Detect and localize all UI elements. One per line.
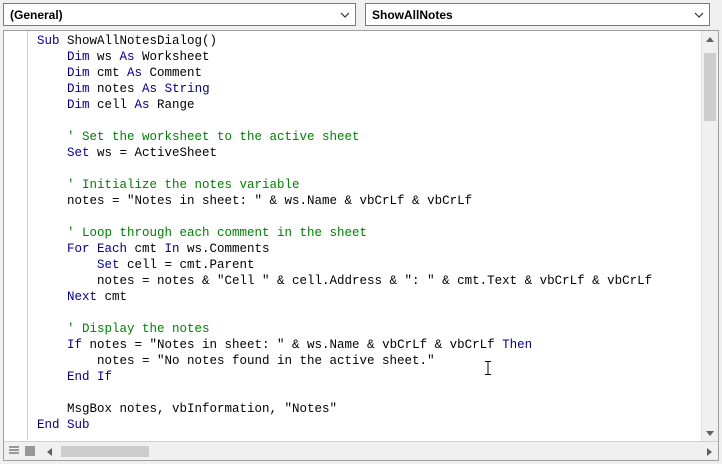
margin-indicator-bar[interactable] (4, 31, 28, 440)
horizontal-scroll-thumb[interactable] (61, 446, 149, 457)
code-window-toolbar: (General) ShowAllNotes (0, 0, 722, 30)
scroll-up-arrow-icon[interactable] (702, 31, 718, 48)
code-text: ws.Comments (179, 242, 270, 256)
code-text: notes = "No notes found in the active sh… (37, 354, 435, 368)
code-text: notes = "Notes in sheet: " & ws.Name & v… (82, 338, 503, 352)
code-text: ws (89, 50, 120, 64)
code-text: MsgBox notes, vbInformation, "Notes" (37, 402, 338, 416)
code-keyword: String (164, 82, 210, 96)
code-text: Comment (142, 66, 203, 80)
code-keyword: Set (37, 258, 120, 272)
code-line[interactable]: Dim ws As Worksheet (37, 49, 703, 65)
code-text: cell (89, 98, 135, 112)
code-keyword: Dim (37, 50, 90, 64)
code-line[interactable]: Dim notes As String (37, 81, 703, 97)
code-text: Range (149, 98, 195, 112)
code-text: ShowAllNotesDialog() (59, 34, 218, 48)
code-keyword: As (134, 98, 150, 112)
code-keyword: End Sub (37, 418, 90, 432)
code-line[interactable]: ' Set the worksheet to the active sheet (37, 129, 703, 145)
code-text: notes = notes & "Cell " & cell.Address &… (37, 274, 653, 288)
code-line[interactable]: ' Display the notes (37, 321, 703, 337)
code-line[interactable]: End Sub (37, 417, 703, 433)
code-keyword: As (142, 82, 158, 96)
code-keyword: Dim (37, 66, 90, 80)
code-editor[interactable]: Sub ShowAllNotesDialog() Dim ws As Works… (3, 30, 719, 461)
code-line[interactable]: Sub ShowAllNotesDialog() (37, 33, 703, 49)
code-line[interactable]: Next cmt (37, 289, 703, 305)
object-dropdown-value: (General) (10, 7, 63, 22)
code-line[interactable] (37, 161, 703, 177)
full-module-view-icon[interactable] (22, 444, 37, 458)
scroll-down-arrow-icon[interactable] (702, 425, 718, 442)
code-comment: ' Display the notes (37, 322, 210, 336)
code-text: cell = cmt.Parent (119, 258, 255, 272)
code-keyword: As (119, 50, 135, 64)
code-line[interactable]: Set cell = cmt.Parent (37, 257, 703, 273)
code-line[interactable]: End If (37, 369, 703, 385)
code-text: cmt (127, 242, 165, 256)
code-text: ws = ActiveSheet (89, 146, 218, 160)
chevron-down-icon[interactable] (335, 4, 355, 25)
code-text: notes (89, 82, 143, 96)
vertical-scrollbar[interactable] (701, 31, 718, 442)
code-comment: ' Loop through each comment in the sheet (37, 226, 368, 240)
code-keyword: In (164, 242, 180, 256)
code-keyword: Sub (37, 34, 60, 48)
procedure-dropdown-value: ShowAllNotes (372, 7, 453, 22)
code-line[interactable]: For Each cmt In ws.Comments (37, 241, 703, 257)
code-text: notes = "Notes in sheet: " & ws.Name & v… (37, 194, 473, 208)
code-keyword: For Each (37, 242, 128, 256)
object-dropdown[interactable]: (General) (3, 3, 356, 26)
code-line[interactable]: notes = "No notes found in the active sh… (37, 353, 703, 369)
code-line[interactable] (37, 209, 703, 225)
text-cursor-icon (485, 361, 491, 375)
code-keyword: End If (37, 370, 113, 384)
code-keyword: Dim (37, 82, 90, 96)
code-line[interactable]: ' Loop through each comment in the sheet (37, 225, 703, 241)
code-keyword: Set (37, 146, 90, 160)
code-text-area[interactable]: Sub ShowAllNotesDialog() Dim ws As Works… (37, 33, 703, 438)
code-line[interactable]: MsgBox notes, vbInformation, "Notes" (37, 401, 703, 417)
code-line[interactable]: ' Initialize the notes variable (37, 177, 703, 193)
code-keyword: Dim (37, 98, 90, 112)
code-line[interactable]: notes = notes & "Cell " & cell.Address &… (37, 273, 703, 289)
horizontal-scrollbar[interactable] (41, 443, 717, 460)
code-comment: ' Initialize the notes variable (37, 178, 300, 192)
code-text: Worksheet (134, 50, 210, 64)
code-line[interactable]: Dim cmt As Comment (37, 65, 703, 81)
chevron-down-icon[interactable] (689, 4, 709, 25)
editor-bottom-bar (4, 441, 718, 460)
code-line[interactable] (37, 385, 703, 401)
code-line[interactable]: Dim cell As Range (37, 97, 703, 113)
code-line[interactable] (37, 113, 703, 129)
scroll-right-arrow-icon[interactable] (701, 443, 717, 460)
vertical-scroll-thumb[interactable] (704, 53, 716, 121)
code-line[interactable]: Set ws = ActiveSheet (37, 145, 703, 161)
code-line[interactable]: notes = "Notes in sheet: " & ws.Name & v… (37, 193, 703, 209)
code-keyword: As (127, 66, 143, 80)
procedure-view-icon[interactable] (6, 444, 21, 458)
code-text: cmt (97, 290, 128, 304)
code-text: cmt (89, 66, 128, 80)
code-keyword: Then (502, 338, 533, 352)
code-comment: ' Set the worksheet to the active sheet (37, 130, 360, 144)
code-line[interactable] (37, 305, 703, 321)
procedure-dropdown[interactable]: ShowAllNotes (365, 3, 710, 26)
code-line[interactable]: If notes = "Notes in sheet: " & ws.Name … (37, 337, 703, 353)
scroll-left-arrow-icon[interactable] (41, 443, 57, 460)
code-keyword: If (37, 338, 83, 352)
code-keyword: Next (37, 290, 98, 304)
